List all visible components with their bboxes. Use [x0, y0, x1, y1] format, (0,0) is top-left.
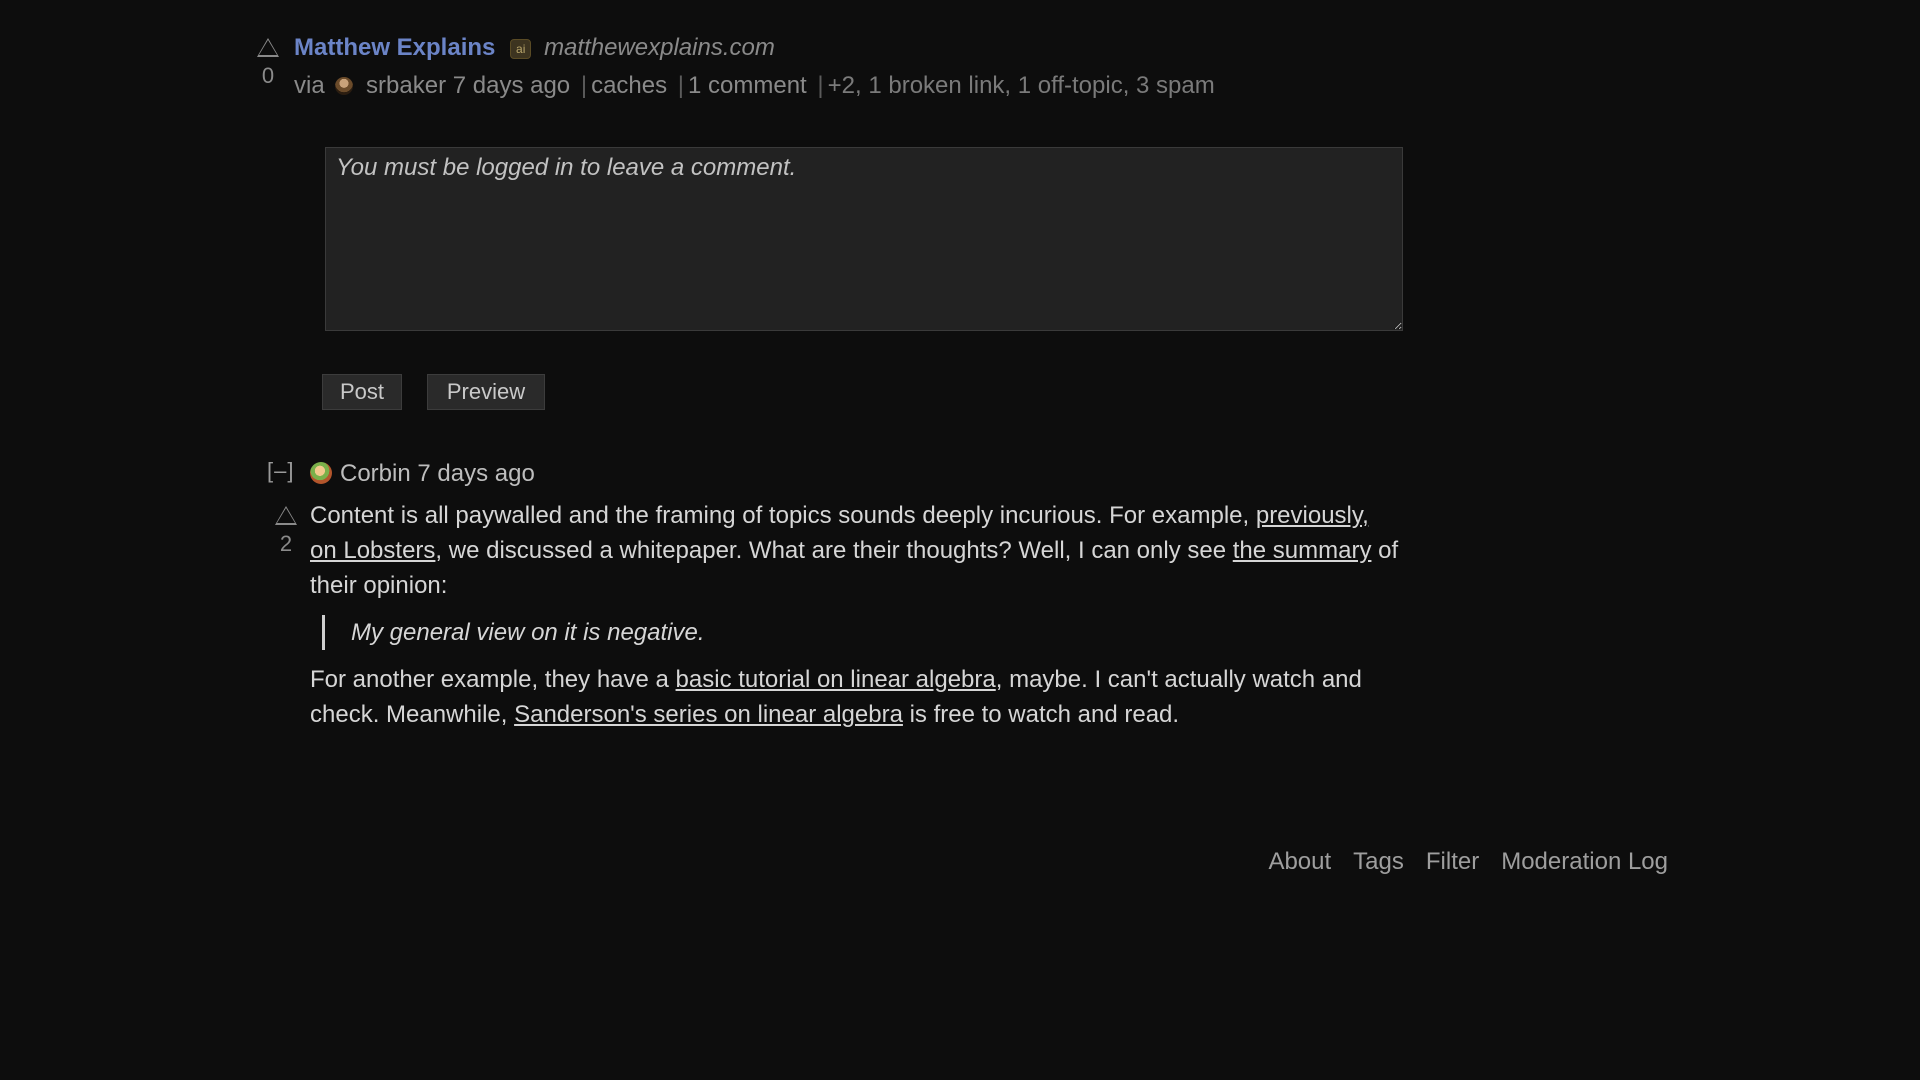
story-title-line: Matthew Explains ai matthewexplains.com: [294, 30, 1215, 66]
comment-paragraph: For another example, they have a basic t…: [310, 662, 1400, 732]
collapse-toggle[interactable]: [–]: [267, 458, 294, 484]
post-button[interactable]: Post: [322, 374, 402, 410]
story-score: 0: [261, 63, 275, 88]
comment-text-segment: is free to watch and read.: [902, 701, 1180, 728]
footer-filter-link[interactable]: Filter: [1426, 848, 1479, 875]
story-tag[interactable]: ai: [510, 38, 532, 59]
upvote-icon[interactable]: [257, 38, 279, 57]
submitter-avatar[interactable]: [335, 77, 354, 95]
via-label: via: [294, 72, 325, 99]
linear-algebra-tutorial-link[interactable]: basic tutorial on linear algebra: [676, 666, 996, 693]
comment-text-segment: For another example, they have a: [310, 666, 676, 693]
comment-author-link[interactable]: Corbin: [340, 460, 411, 487]
submitted-time: 7 days ago: [452, 72, 571, 99]
footer-moderation-log-link[interactable]: Moderation Log: [1501, 848, 1668, 875]
story-voter: 0: [254, 30, 282, 89]
comment-textarea[interactable]: [325, 147, 1403, 331]
comment-score: 2: [279, 531, 293, 556]
footer-about-link[interactable]: About: [1268, 848, 1331, 875]
separator: |: [580, 72, 588, 99]
commenter-avatar[interactable]: [310, 462, 332, 484]
story-title-link[interactable]: Matthew Explains: [294, 34, 495, 61]
summary-link[interactable]: the summary: [1233, 537, 1372, 564]
separator: |: [677, 72, 685, 99]
story-flags: +2, 1 broken link, 1 off-topic, 3 spam: [827, 72, 1215, 99]
comment-header: Corbin 7 days ago: [310, 458, 535, 490]
story-details: Matthew Explains ai matthewexplains.com …: [294, 30, 1215, 104]
sanderson-series-link[interactable]: Sanderson's series on linear algebra: [514, 701, 903, 728]
story-byline: via srbaker 7 days ago | caches | 1 commen…: [294, 68, 1215, 104]
footer-nav: About Tags Filter Moderation Log: [1246, 848, 1668, 876]
comment-time[interactable]: 7 days ago: [417, 460, 534, 487]
story-domain[interactable]: matthewexplains.com: [544, 34, 775, 61]
comment-text-segment: Content is all paywalled and the framing…: [310, 502, 1256, 529]
comment-text-segment: , we discussed a whitepaper. What are th…: [435, 537, 1233, 564]
comment-upvote-icon[interactable]: [275, 506, 297, 525]
caches-link[interactable]: caches: [591, 72, 667, 99]
story-page: 0 Matthew Explains ai matthewexplains.co…: [0, 0, 1920, 1080]
preview-button[interactable]: Preview: [427, 374, 545, 410]
comments-link[interactable]: 1 comment: [688, 72, 807, 99]
comment-blockquote: My general view on it is negative.: [322, 615, 1400, 650]
submitter-link[interactable]: srbaker: [366, 72, 446, 99]
footer-tags-link[interactable]: Tags: [1353, 848, 1404, 875]
comment-body: Content is all paywalled and the framing…: [310, 498, 1400, 732]
comment-voter: 2: [272, 498, 300, 557]
separator: |: [817, 72, 824, 99]
comment-paragraph: Content is all paywalled and the framing…: [310, 498, 1400, 603]
